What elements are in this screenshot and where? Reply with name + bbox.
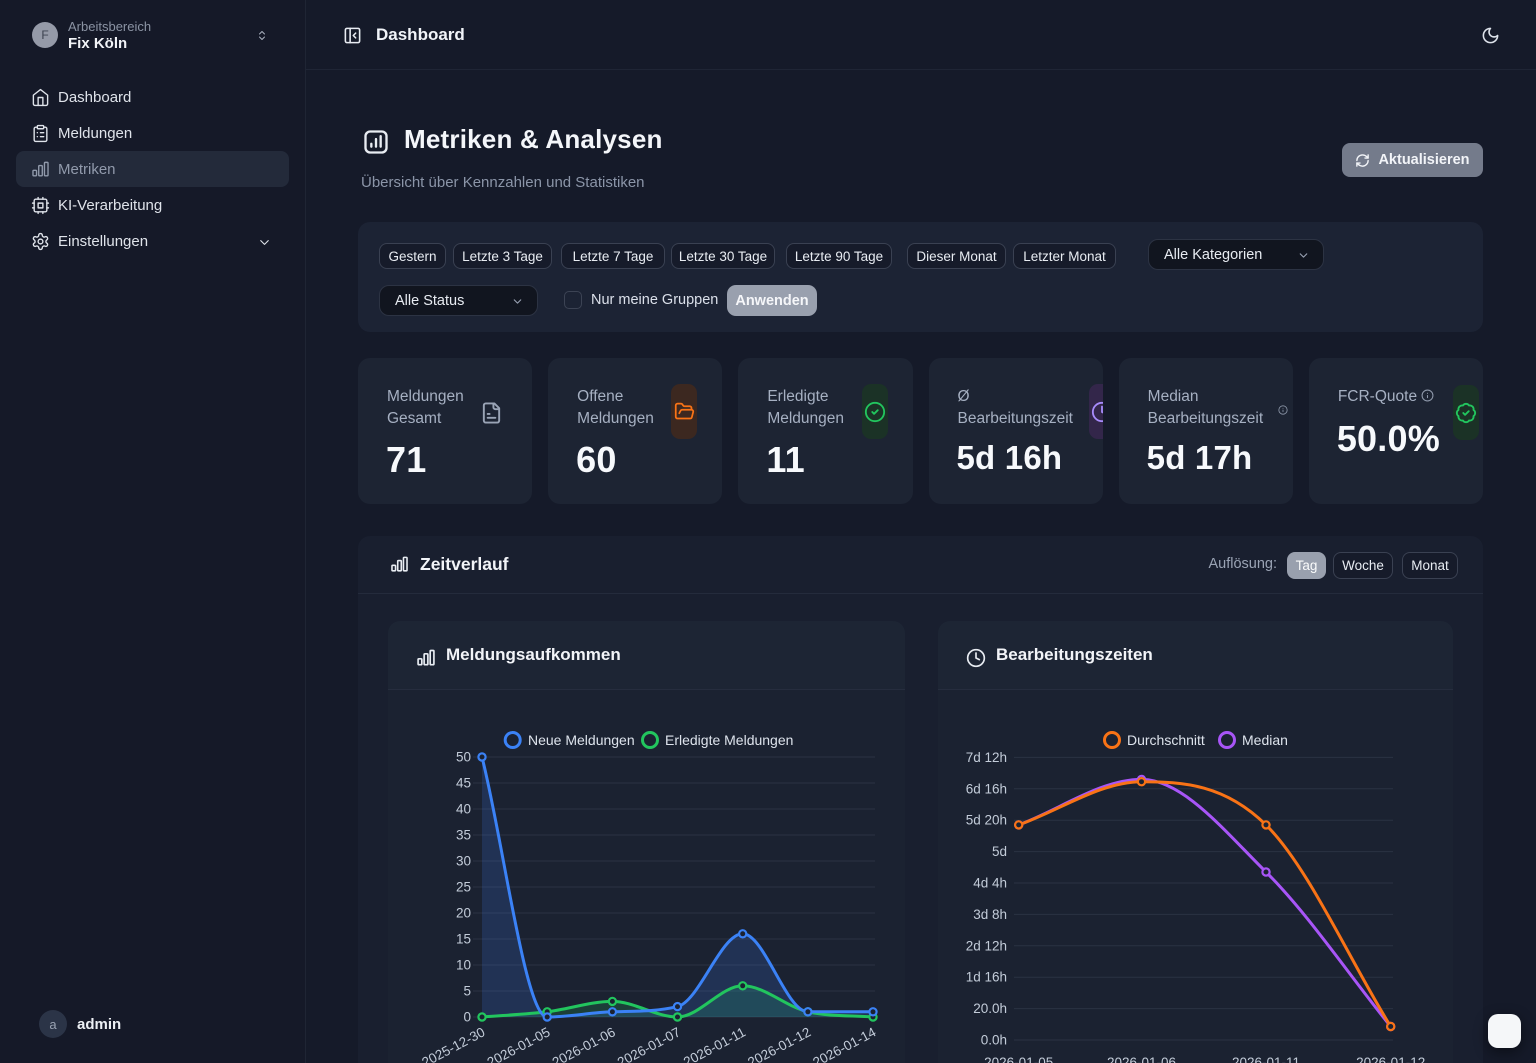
svg-text:0: 0 <box>463 1010 471 1025</box>
svg-text:2025-12-30: 2025-12-30 <box>419 1024 487 1063</box>
svg-text:20: 20 <box>456 906 471 921</box>
svg-text:45: 45 <box>456 776 471 791</box>
svg-text:3d 8h: 3d 8h <box>973 907 1007 922</box>
svg-text:10: 10 <box>456 958 471 973</box>
svg-text:2026-01-05: 2026-01-05 <box>485 1024 553 1063</box>
svg-text:2026-01-12: 2026-01-12 <box>1356 1055 1425 1063</box>
svg-text:5d: 5d <box>992 844 1007 859</box>
svg-text:2d 12h: 2d 12h <box>966 938 1007 953</box>
svg-text:Durchschnitt: Durchschnitt <box>1127 732 1205 748</box>
svg-text:50: 50 <box>456 750 471 765</box>
svg-text:40: 40 <box>456 802 471 817</box>
svg-text:2026-01-12: 2026-01-12 <box>745 1024 813 1063</box>
svg-text:35: 35 <box>456 828 471 843</box>
svg-text:Neue Meldungen: Neue Meldungen <box>528 732 635 748</box>
svg-text:5: 5 <box>463 984 471 999</box>
svg-text:30: 30 <box>456 854 471 869</box>
svg-text:2026-01-06: 2026-01-06 <box>550 1024 618 1063</box>
svg-text:4d 4h: 4d 4h <box>973 876 1007 891</box>
svg-text:2026-01-14: 2026-01-14 <box>810 1024 878 1063</box>
svg-text:20.0h: 20.0h <box>973 1001 1007 1016</box>
svg-text:2026-01-06: 2026-01-06 <box>1107 1055 1176 1063</box>
svg-text:2026-01-11: 2026-01-11 <box>681 1024 748 1063</box>
svg-text:2026-01-11: 2026-01-11 <box>1232 1055 1300 1063</box>
svg-text:15: 15 <box>456 932 471 947</box>
svg-text:Median: Median <box>1242 732 1288 748</box>
svg-text:7d 12h: 7d 12h <box>966 750 1007 765</box>
svg-text:0.0h: 0.0h <box>981 1033 1007 1048</box>
svg-text:5d 20h: 5d 20h <box>966 813 1007 828</box>
svg-text:1d 16h: 1d 16h <box>966 970 1007 985</box>
svg-text:Erledigte Meldungen: Erledigte Meldungen <box>665 732 793 748</box>
svg-text:6d 16h: 6d 16h <box>966 781 1007 796</box>
svg-text:2026-01-07: 2026-01-07 <box>615 1024 683 1063</box>
svg-text:25: 25 <box>456 880 471 895</box>
svg-text:2026-01-05: 2026-01-05 <box>984 1055 1053 1063</box>
